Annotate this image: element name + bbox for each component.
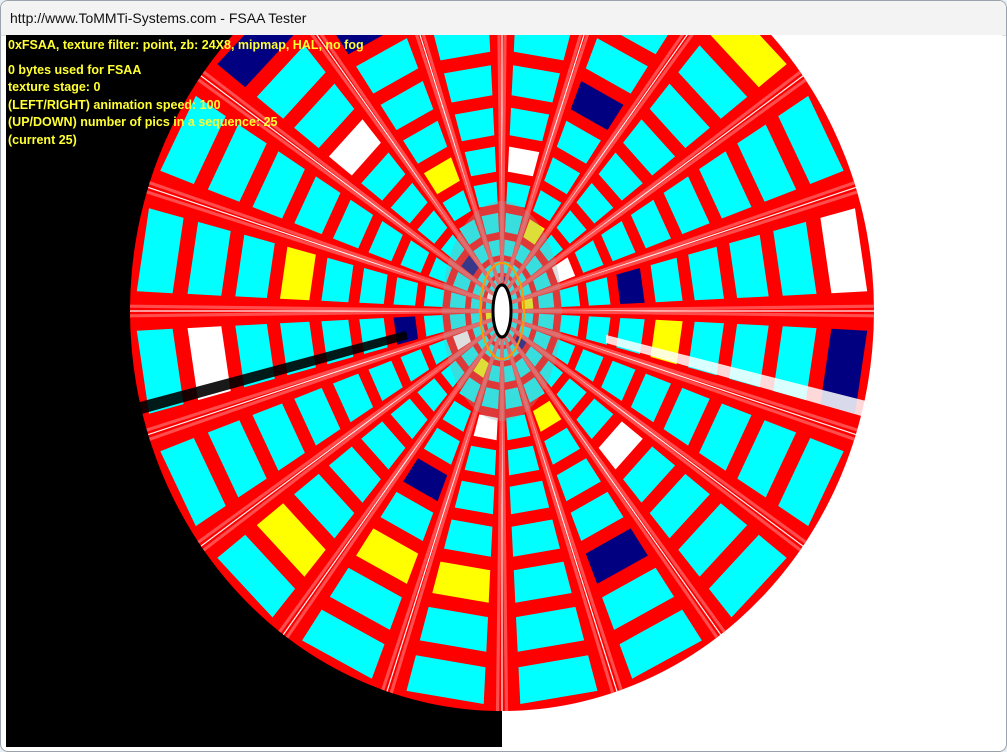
tunnel-core	[491, 283, 513, 339]
osd-animation-speed-line: (LEFT/RIGHT) animation speed: 100	[8, 97, 221, 112]
app-window: http://www.ToMMTi-Systems.com - FSAA Tes…	[0, 0, 1007, 752]
osd-current-line: (current 25)	[8, 132, 77, 147]
osd-texture-stage-line: texture stage: 0	[8, 80, 101, 94]
window-title: http://www.ToMMTi-Systems.com - FSAA Tes…	[10, 10, 307, 26]
osd-pics-sequence-line: (UP/DOWN) number of pics in a sequence: …	[8, 115, 278, 129]
render-viewport[interactable]: 0xFSAA, texture filter: point, zb: 24X8,…	[6, 35, 1002, 747]
osd-overlay: 0xFSAA, texture filter: point, zb: 24X8,…	[8, 37, 364, 149]
osd-settings-line: 0xFSAA, texture filter: point, zb: 24X8,…	[8, 38, 364, 52]
osd-fsaa-memory-line: 0 bytes used for FSAA	[8, 62, 142, 77]
title-bar[interactable]: http://www.ToMMTi-Systems.com - FSAA Tes…	[1, 1, 1006, 36]
